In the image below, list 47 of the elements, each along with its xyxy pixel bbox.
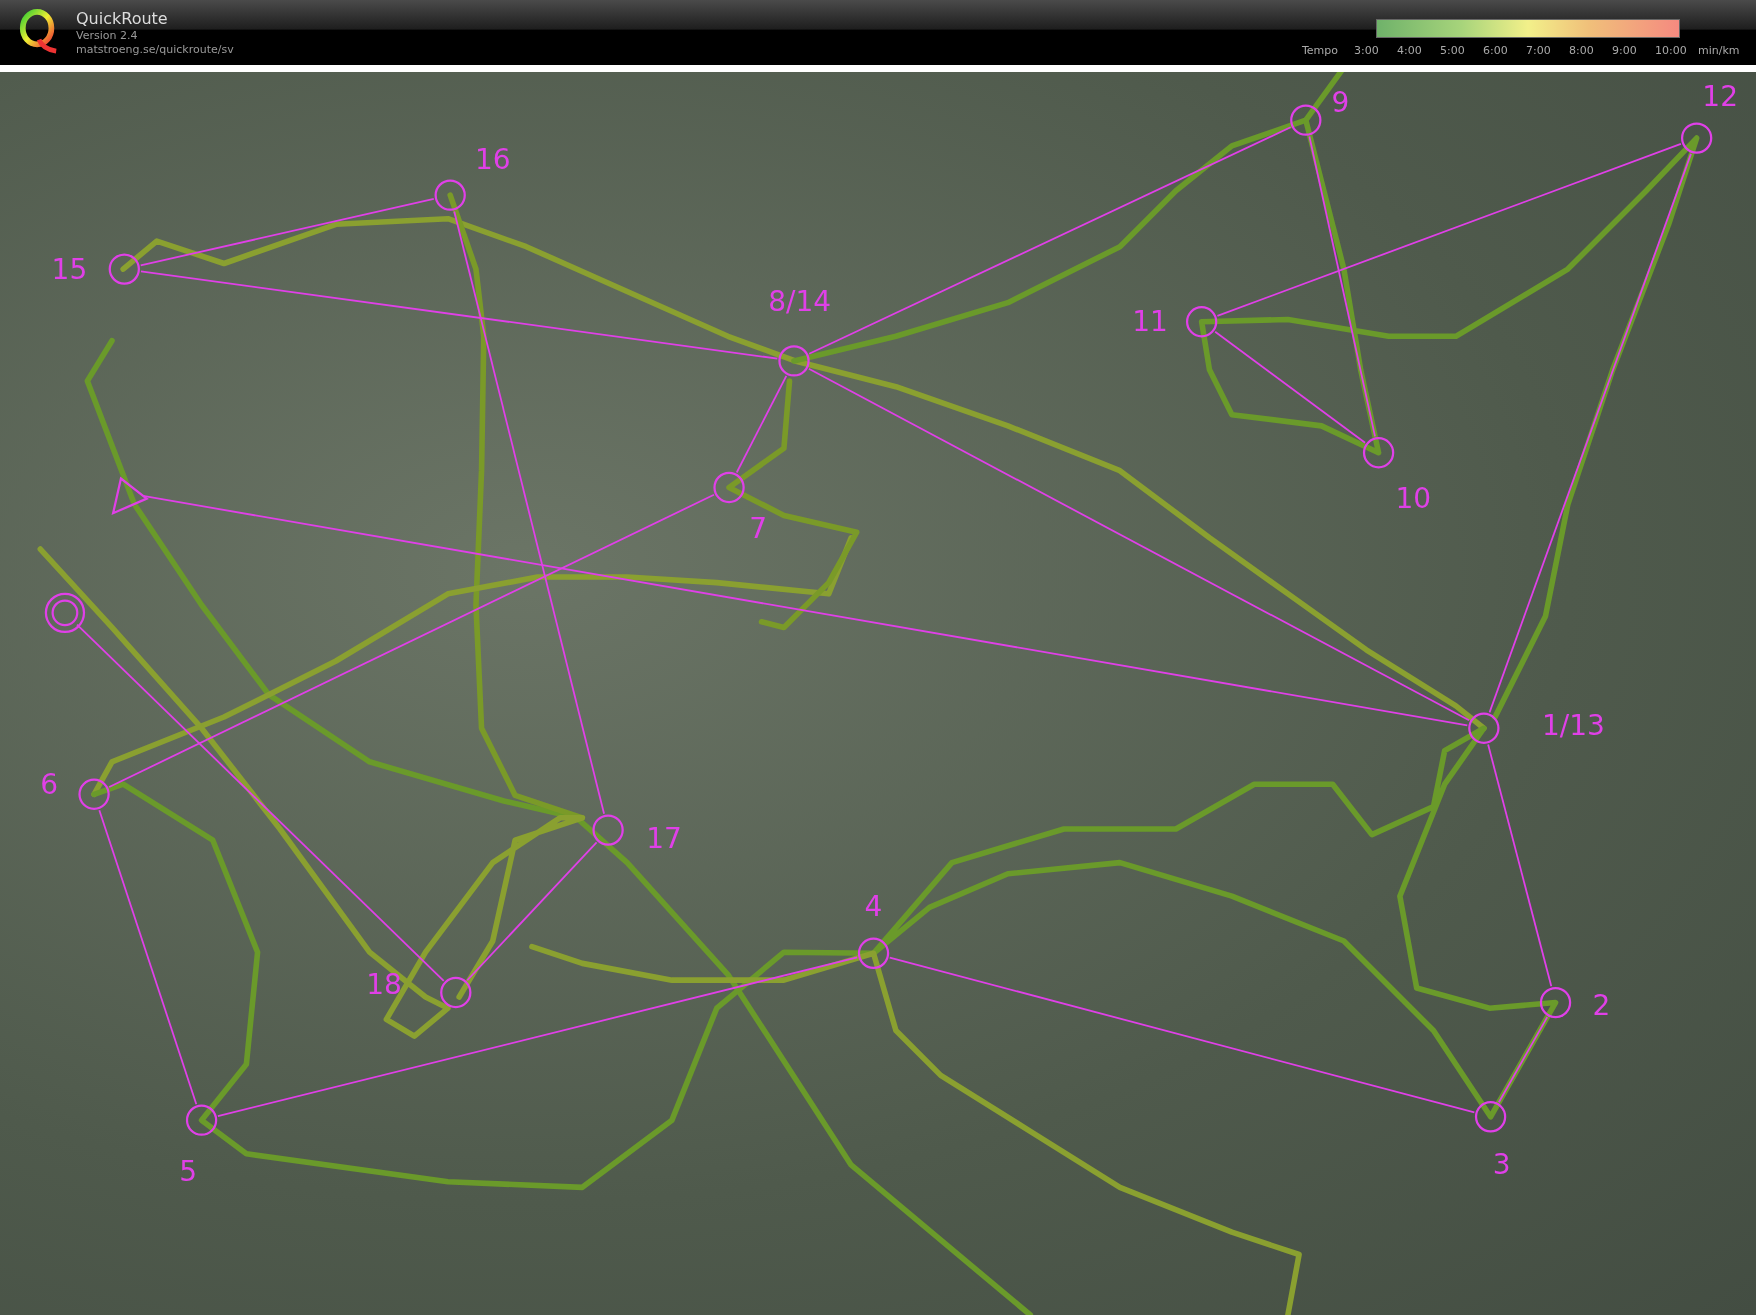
control-circle	[78, 778, 110, 810]
control-circle	[108, 253, 140, 285]
control-number: 7	[749, 512, 768, 545]
control-circle	[1539, 986, 1572, 1019]
control-number: 4	[864, 891, 883, 924]
control-number: 12	[1702, 80, 1738, 113]
tick-label: 10:00	[1655, 44, 1688, 58]
control-circle	[1680, 122, 1713, 154]
tick-label: 9:00	[1612, 44, 1638, 58]
unit-label: min/km	[1698, 44, 1741, 58]
website-url: matstroeng.se/quickroute/sv	[76, 43, 234, 57]
control-circle	[440, 976, 472, 1009]
control-number: 18	[366, 968, 402, 1001]
control-circle	[185, 1104, 218, 1136]
app-title: QuickRoute	[76, 9, 169, 29]
control-number: 2	[1592, 989, 1611, 1022]
version-text: Version 2.4	[76, 29, 139, 43]
control-circle	[1185, 306, 1218, 338]
tick-label: 3:00	[1354, 44, 1380, 58]
control-circle	[778, 345, 810, 377]
control-number: 16	[474, 144, 511, 177]
control-circle	[857, 937, 890, 969]
tick-label: 7:00	[1526, 44, 1552, 58]
tick-label: 8:00	[1569, 44, 1595, 58]
control-circle	[434, 179, 466, 211]
control-number: 8/14	[768, 285, 832, 318]
control-number: 10	[1395, 482, 1432, 515]
control-number: 3	[1492, 1148, 1511, 1181]
control-number: 5	[179, 1155, 198, 1188]
control-number: 17	[646, 823, 682, 856]
control-number: 11	[1132, 305, 1168, 338]
control-number: 15	[51, 254, 88, 287]
finish-circle	[44, 592, 86, 634]
control-circle	[1474, 1101, 1507, 1133]
tick-label: 4:00	[1397, 44, 1423, 58]
control-circle	[592, 814, 624, 846]
start-triangle	[111, 476, 149, 516]
tick-label: 5:00	[1440, 44, 1466, 58]
control-number: 1/13	[1542, 709, 1605, 742]
control-circle	[1362, 437, 1395, 469]
tick-label: 6:00	[1483, 44, 1509, 58]
control-circle	[1290, 104, 1322, 136]
control-number: 6	[40, 769, 59, 802]
control-number: 9	[1331, 87, 1350, 120]
control-circle	[713, 471, 745, 504]
legend-label: Tempo	[1302, 44, 1340, 58]
control-circle	[1468, 712, 1500, 744]
